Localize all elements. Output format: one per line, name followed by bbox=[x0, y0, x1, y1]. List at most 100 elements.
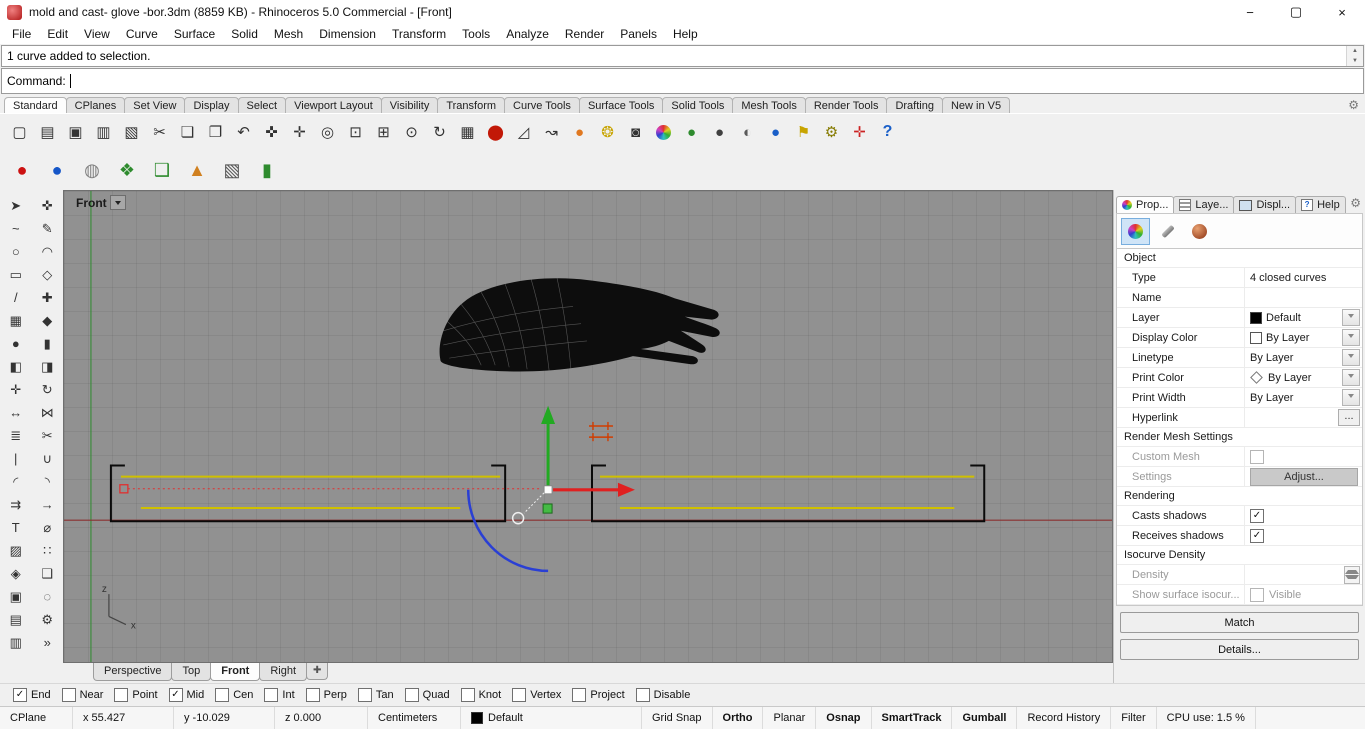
osnap-toggle[interactable]: Project bbox=[572, 688, 625, 702]
boolean-union-icon[interactable]: ◧ bbox=[4, 356, 28, 377]
curve-tool-icon[interactable]: ~ bbox=[4, 218, 28, 239]
pan-icon[interactable]: ✜ bbox=[258, 119, 285, 146]
print-color-dropdown[interactable]: By Layer bbox=[1245, 369, 1362, 386]
checkbox[interactable] bbox=[13, 688, 27, 702]
history-scrollbar[interactable]: ▲ ▼ bbox=[1346, 46, 1363, 66]
viewport-layout-icon[interactable]: ▦ bbox=[454, 119, 481, 146]
minimize-button[interactable]: − bbox=[1227, 0, 1273, 24]
osnap-toggle[interactable]: Near bbox=[61, 688, 103, 702]
toolbar-tab[interactable]: Display bbox=[184, 97, 239, 113]
display-color-dropdown[interactable]: By Layer bbox=[1245, 329, 1362, 346]
print-icon[interactable]: ▥ bbox=[90, 119, 117, 146]
toolbar-tab[interactable]: Mesh Tools bbox=[732, 97, 806, 113]
status-item[interactable]: Record History bbox=[1017, 707, 1112, 729]
visible-checkbox[interactable] bbox=[1250, 587, 1264, 602]
scale-tool-icon[interactable]: ↔ bbox=[4, 402, 28, 423]
cut-icon[interactable]: ✂ bbox=[146, 119, 173, 146]
solid-tool-icon[interactable]: ◆ bbox=[35, 310, 59, 331]
status-item[interactable]: Filter bbox=[1111, 707, 1157, 729]
menu-item[interactable]: Solid bbox=[223, 25, 266, 43]
toolbar-tab[interactable]: Drafting bbox=[886, 97, 943, 113]
cylinder-tool-icon[interactable]: ▮ bbox=[35, 333, 59, 354]
select-arrow-icon[interactable]: ➤ bbox=[4, 195, 28, 216]
surface-tool-icon[interactable]: ▦ bbox=[4, 310, 28, 331]
pencil-tool-icon[interactable]: ✎ bbox=[35, 218, 59, 239]
gumball-scale-handle[interactable] bbox=[542, 503, 553, 514]
status-item[interactable]: x 55.427 bbox=[73, 707, 174, 729]
rectangle-tool-icon[interactable]: ▭ bbox=[4, 264, 28, 285]
text-tool-icon[interactable]: T bbox=[4, 517, 28, 538]
checkbox[interactable] bbox=[572, 688, 587, 702]
paste-icon[interactable]: ❐ bbox=[202, 119, 229, 146]
mold-curve-left[interactable] bbox=[109, 464, 507, 523]
toolbar-tab[interactable]: CPlanes bbox=[65, 97, 126, 113]
copy-icon[interactable]: ❏ bbox=[174, 119, 201, 146]
cone-icon[interactable]: ▲ bbox=[183, 156, 211, 184]
toolbar-tab[interactable]: Viewport Layout bbox=[285, 97, 382, 113]
car-icon[interactable]: ⬤ bbox=[482, 119, 509, 146]
viewport-tab[interactable]: Perspective bbox=[93, 663, 173, 681]
checkbox[interactable] bbox=[168, 688, 183, 702]
shade-selected-icon[interactable]: ❖ bbox=[113, 156, 141, 184]
osnap-toggle[interactable]: Tan bbox=[357, 688, 394, 702]
viewport-tab[interactable]: Right bbox=[259, 663, 308, 681]
adjust-button[interactable]: Adjust... bbox=[1250, 467, 1358, 486]
points-tool-icon[interactable]: ∷ bbox=[35, 540, 59, 561]
save-icon[interactable]: ▣ bbox=[62, 119, 89, 146]
chevron-down-icon[interactable] bbox=[1342, 369, 1360, 386]
shade-mesh-icon[interactable]: ❑ bbox=[148, 156, 176, 184]
render-blue-sphere-icon[interactable]: ● bbox=[762, 119, 789, 146]
chevron-down-icon[interactable] bbox=[1342, 349, 1360, 366]
menu-item[interactable]: Surface bbox=[166, 25, 223, 43]
brush-page-button[interactable] bbox=[1153, 218, 1182, 245]
sphere-tool-icon[interactable]: ● bbox=[4, 333, 28, 354]
gumball-menu-ball[interactable] bbox=[511, 511, 525, 525]
new-viewport-icon[interactable]: ✚ bbox=[306, 663, 329, 680]
details-button[interactable]: Details... bbox=[1120, 639, 1359, 660]
menu-item[interactable]: Panels bbox=[612, 25, 665, 43]
help-icon[interactable]: ? bbox=[874, 119, 901, 146]
trim-tool-icon[interactable]: ✂ bbox=[35, 425, 59, 446]
status-item[interactable]: Ortho bbox=[713, 707, 764, 729]
menu-item[interactable]: Dimension bbox=[311, 25, 384, 43]
flag-icon[interactable]: ⚑ bbox=[790, 119, 817, 146]
move-tool-icon[interactable]: ✛ bbox=[4, 379, 28, 400]
gumball-origin-handle[interactable] bbox=[543, 485, 553, 495]
material-page-button[interactable] bbox=[1185, 218, 1214, 245]
undo-icon[interactable]: ↶ bbox=[230, 119, 257, 146]
rotate-view-icon[interactable]: ↻ bbox=[426, 119, 453, 146]
boolean-diff-icon[interactable]: ◨ bbox=[35, 356, 59, 377]
checkbox[interactable] bbox=[305, 688, 320, 702]
status-item[interactable]: Grid Snap bbox=[642, 707, 713, 729]
casts-shadows-checkbox[interactable] bbox=[1250, 508, 1264, 523]
orient-icon[interactable]: ↝ bbox=[538, 119, 565, 146]
move-icon[interactable]: ✛ bbox=[286, 119, 313, 146]
front-viewport[interactable]: Front z x bbox=[63, 190, 1113, 663]
maximize-button[interactable]: ▢ bbox=[1273, 0, 1319, 24]
osnap-toggle[interactable]: Mid bbox=[168, 688, 204, 702]
line-tool-icon[interactable]: / bbox=[4, 287, 28, 308]
osnap-toggle[interactable]: Point bbox=[114, 688, 158, 702]
shear-icon[interactable]: ◿ bbox=[510, 119, 537, 146]
lock-icon[interactable]: ◙ bbox=[622, 119, 649, 146]
point-icon[interactable]: ● bbox=[566, 119, 593, 146]
status-item[interactable]: CPlane bbox=[0, 707, 73, 729]
menu-item[interactable]: Tools bbox=[454, 25, 498, 43]
gumball-tool-icon[interactable]: ✛ bbox=[846, 119, 873, 146]
receives-shadows-checkbox[interactable] bbox=[1250, 528, 1264, 543]
toolbar-tab[interactable]: Visibility bbox=[380, 97, 439, 113]
menu-item[interactable]: Help bbox=[665, 25, 706, 43]
layer-dropdown[interactable]: Default bbox=[1245, 309, 1362, 326]
panel-gear-icon[interactable]: ⚙ bbox=[1350, 196, 1361, 210]
osnap-toggle[interactable]: End bbox=[13, 688, 51, 702]
selection-filter-icon[interactable]: ▧ bbox=[218, 156, 246, 184]
status-item[interactable]: Planar bbox=[763, 707, 817, 729]
mirror-tool-icon[interactable]: ⋈ bbox=[35, 402, 59, 423]
group-tool-icon[interactable]: ❑ bbox=[35, 563, 59, 584]
status-item[interactable]: z 0.000 bbox=[275, 707, 368, 729]
zoom-selected-icon[interactable]: ⊙ bbox=[398, 119, 425, 146]
extend-tool-icon[interactable]: → bbox=[35, 494, 59, 515]
visibility-tool-icon[interactable]: ▣ bbox=[4, 586, 28, 607]
shaded-sphere-icon[interactable]: ● bbox=[706, 119, 733, 146]
toolbar-tab[interactable]: New in V5 bbox=[941, 97, 1011, 113]
